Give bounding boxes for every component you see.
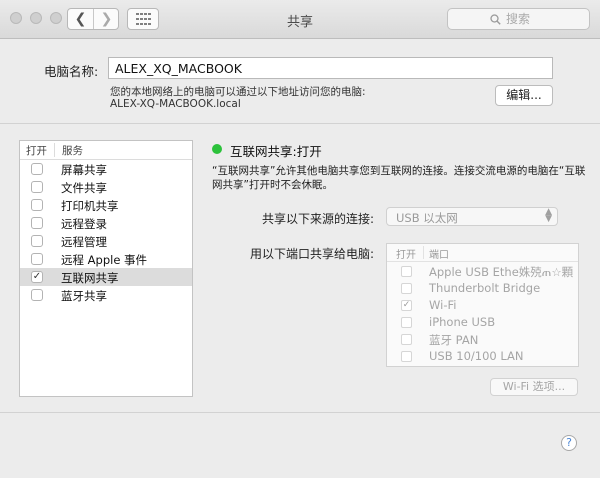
divider [0, 412, 600, 413]
show-all-button[interactable] [127, 8, 159, 30]
computer-name-field[interactable] [108, 57, 553, 79]
port-checkbox[interactable] [401, 317, 412, 328]
column-divider [54, 143, 55, 157]
service-checkbox[interactable] [31, 217, 43, 229]
service-label: 打印机共享 [61, 199, 119, 213]
port-row[interactable]: iPhone USB [387, 314, 578, 331]
port-row[interactable]: ✓ Wi-Fi [387, 297, 578, 314]
nav-button-group: ❮ ❯ [67, 8, 119, 30]
service-checkbox[interactable] [31, 253, 43, 265]
port-label: Wi-Fi [429, 298, 457, 312]
service-row[interactable]: 屏幕共享 [20, 160, 192, 178]
port-row[interactable]: USB 10/100 LAN [387, 348, 578, 365]
service-description-line2: 网共享”打开时不会休眠。 [212, 179, 333, 191]
service-checkbox[interactable]: ✓ [31, 271, 43, 283]
service-checkbox[interactable] [31, 181, 43, 193]
port-label: USB 10/100 LAN [429, 349, 524, 363]
title-bar: ❮ ❯ 共享 [0, 0, 600, 39]
search-icon [490, 14, 501, 25]
service-checkbox[interactable] [31, 163, 43, 175]
ports-list-header: 打开 端口 [387, 244, 578, 262]
help-button[interactable]: ? [561, 435, 577, 451]
close-window-button[interactable] [10, 12, 22, 24]
share-from-value: USB 以太网 [396, 211, 458, 225]
port-checkbox[interactable] [401, 351, 412, 362]
port-checkbox[interactable] [401, 283, 412, 294]
column-header-on[interactable]: 打开 [26, 143, 47, 158]
service-checkbox[interactable] [31, 235, 43, 247]
service-label: 互联网共享 [61, 271, 119, 285]
share-from-select[interactable]: USB 以太网 ▲ ▼ [386, 207, 558, 226]
share-from-label: 共享以下来源的连接: [262, 212, 375, 226]
share-to-label: 用以下端口共享给电脑: [250, 247, 375, 261]
service-row[interactable]: 蓝牙共享 [20, 286, 192, 304]
port-row[interactable]: Apple USB Ethe姝殑ጠ☆顆 [387, 263, 578, 280]
zoom-window-button[interactable] [50, 12, 62, 24]
service-checkbox[interactable] [31, 199, 43, 211]
chevron-right-icon: ❯ [100, 11, 113, 27]
port-row[interactable]: Thunderbolt Bridge [387, 280, 578, 297]
service-row[interactable]: 远程 Apple 事件 [20, 250, 192, 268]
port-label: iPhone USB [429, 315, 496, 329]
chevron-left-icon: ❮ [74, 11, 87, 27]
service-row[interactable]: 远程管理 [20, 232, 192, 250]
column-header-on[interactable]: 打开 [396, 246, 416, 261]
grid-icon [136, 13, 151, 25]
wifi-options-button[interactable]: Wi-Fi 选项... [490, 378, 578, 396]
port-label: Apple USB Ethe姝殑ጠ☆顆 [429, 265, 574, 279]
computer-name-label: 电脑名称: [44, 64, 99, 79]
computer-name-description: 您的本地网络上的电脑可以通过以下地址访问您的电脑: [110, 86, 366, 98]
updown-chevron-icon: ▲ ▼ [545, 207, 552, 224]
service-label: 文件共享 [61, 181, 107, 195]
port-row[interactable]: 蓝牙 PAN [387, 331, 578, 348]
sharing-window: ❮ ❯ 共享 电脑名称: 您的本地网络上的电脑可 [0, 0, 600, 478]
service-row[interactable]: ✓ 互联网共享 [20, 268, 192, 286]
ports-list: 打开 端口 Apple USB Ethe姝殑ጠ☆顆 Thunderbolt Bri… [386, 243, 579, 367]
divider [0, 123, 600, 124]
service-label: 蓝牙共享 [61, 289, 107, 303]
port-checkbox[interactable]: ✓ [401, 300, 412, 311]
edit-hostname-button[interactable]: 编辑... [495, 85, 553, 106]
port-checkbox[interactable] [401, 266, 412, 277]
service-description-line1: “互联网共享”允许其他电脑共享您到互联网的连接。连接交流电源的电脑在“互联 [212, 165, 586, 177]
service-checkbox[interactable] [31, 289, 43, 301]
minimize-window-button[interactable] [30, 12, 42, 24]
service-status-title: 互联网共享:打开 [230, 144, 322, 159]
port-checkbox[interactable] [401, 334, 412, 345]
search-input[interactable] [506, 11, 576, 27]
window-title: 共享 [286, 15, 313, 30]
services-list: 打开 服务 屏幕共享文件共享打印机共享远程登录远程管理远程 Apple 事件 ✓ 互… [19, 140, 193, 397]
local-hostname: ALEX-XQ-MACBOOK.local [110, 98, 241, 110]
status-indicator-icon [212, 144, 222, 154]
service-label: 屏幕共享 [61, 163, 107, 177]
service-row[interactable]: 远程登录 [20, 214, 192, 232]
port-label: 蓝牙 PAN [429, 333, 479, 347]
services-list-header: 打开 服务 [20, 141, 192, 160]
search-box[interactable] [447, 8, 590, 30]
service-label: 远程管理 [61, 235, 107, 249]
column-divider [423, 246, 424, 259]
service-row[interactable]: 打印机共享 [20, 196, 192, 214]
back-button[interactable]: ❮ [68, 9, 94, 29]
column-header-service[interactable]: 服务 [62, 143, 83, 158]
service-row[interactable]: 文件共享 [20, 178, 192, 196]
port-label: Thunderbolt Bridge [429, 281, 541, 295]
column-header-port[interactable]: 端口 [429, 246, 449, 261]
service-label: 远程登录 [61, 217, 107, 231]
forward-button[interactable]: ❯ [94, 9, 119, 29]
service-label: 远程 Apple 事件 [61, 253, 148, 267]
